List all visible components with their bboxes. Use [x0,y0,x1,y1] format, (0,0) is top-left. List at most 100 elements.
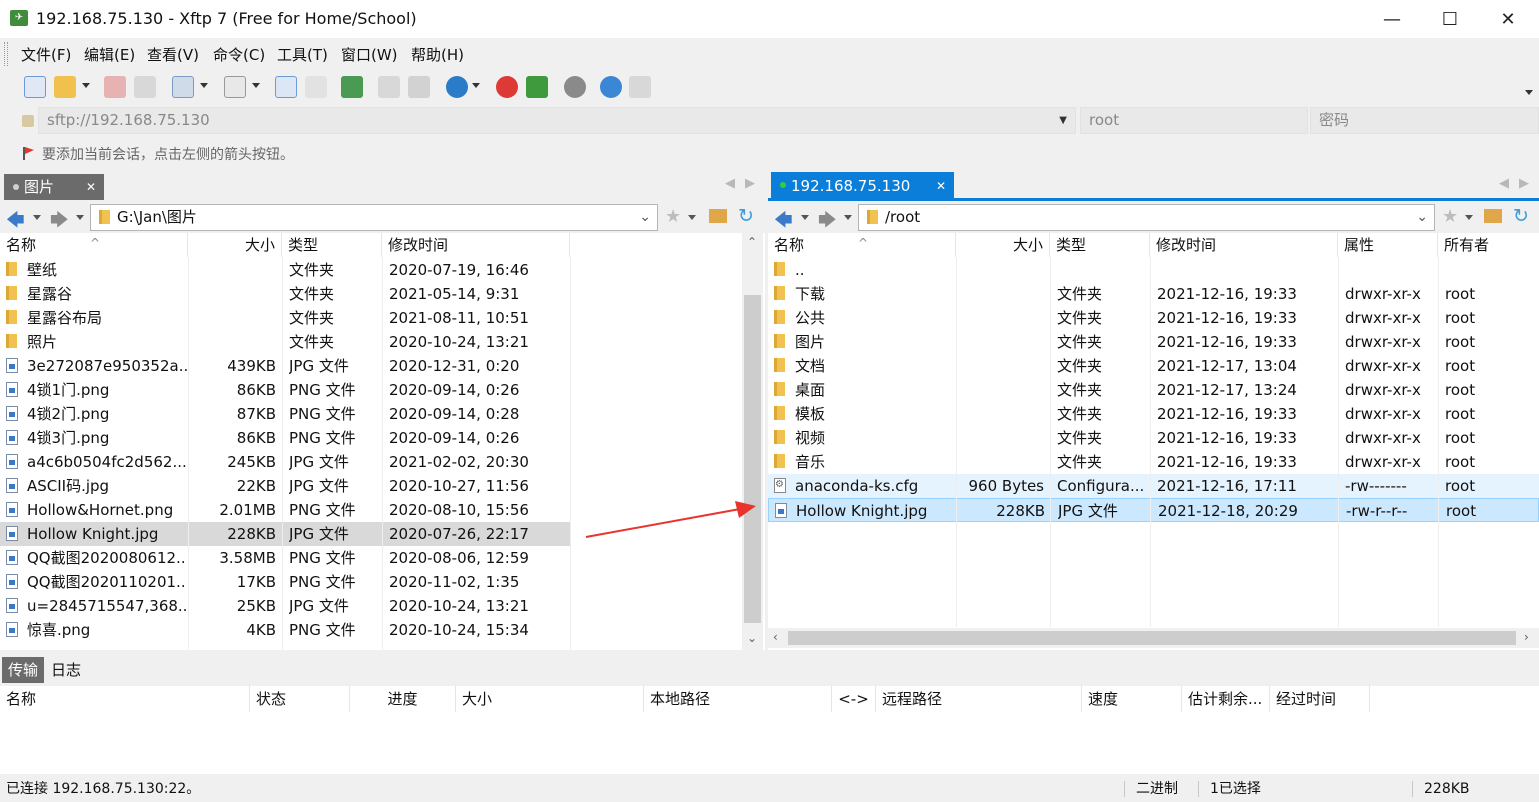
col-type[interactable]: 类型 [282,233,382,257]
col-local-path[interactable]: 本地路径 [644,686,832,712]
col-attributes[interactable]: 属性 [1338,233,1438,257]
local-vscrollbar[interactable]: ⌃ ⌄ [742,233,763,650]
col-owner[interactable]: 所有者 [1438,233,1539,257]
table-row[interactable]: 照片 文件夹 2020-10-24, 13:21 [0,330,570,354]
col-transfer-name[interactable]: 名称 [0,686,250,712]
table-row[interactable]: 音乐 文件夹 2021-12-16, 19:33 drwxr-xr-x root [768,450,1539,474]
table-row[interactable]: 4锁3门.png 86KB PNG 文件 2020-09-14, 0:26 [0,426,570,450]
col-transfer-status[interactable]: 状态 [250,686,350,712]
table-row[interactable]: QQ截图2020080612... 3.58MB PNG 文件 2020-08-06,… [0,546,570,570]
tab-local[interactable]: 图片 ✕ [4,174,104,200]
table-row[interactable]: 壁纸 文件夹 2020-07-19, 16:46 [0,258,570,282]
table-row[interactable]: 星露谷布局 文件夹 2021-08-11, 10:51 [0,306,570,330]
flag-icon[interactable] [22,146,35,161]
col-direction[interactable]: <-> [832,686,876,712]
menu-help[interactable]: 帮助(H) [411,44,464,65]
col-type[interactable]: 类型 [1050,233,1150,257]
col-remote-path[interactable]: 远程路径 [876,686,1082,712]
col-elapsed[interactable]: 经过时间 [1270,686,1370,712]
globe-dropdown-icon[interactable] [472,83,480,88]
download-icon[interactable] [305,76,327,98]
table-row[interactable]: 文档 文件夹 2021-12-17, 13:04 drwxr-xr-x root [768,354,1539,378]
tab-transfer[interactable]: 传输 [2,657,45,683]
disconnect-icon[interactable] [134,76,156,98]
open-dropdown-icon[interactable] [82,83,90,88]
gear-icon[interactable] [564,76,586,98]
refresh-icon[interactable]: ↻ [1513,205,1529,227]
back-dropdown-icon[interactable] [33,215,41,220]
local-vscroll-thumb[interactable] [744,295,761,623]
toolbar-overflow-icon[interactable] [1525,90,1533,95]
remote-path-input[interactable]: /root ⌄ [858,204,1435,231]
table-row[interactable]: 3e272087e950352a... 439KB JPG 文件 2020-12-31… [0,354,570,378]
terminal-icon[interactable] [224,76,246,98]
xshell-icon[interactable] [496,76,518,98]
close-icon[interactable]: ✕ [86,174,96,200]
col-name[interactable]: 名称 ^ [768,233,956,257]
host-dropdown-icon[interactable]: ▼ [1059,108,1067,133]
table-row[interactable]: Hollow Knight.jpg 228KB JPG 文件 2021-12-18, … [768,498,1539,522]
globe-icon[interactable] [446,76,468,98]
home-icon[interactable] [709,209,727,223]
col-eta[interactable]: 估计剩余... [1182,686,1270,712]
col-transfer-size[interactable]: 大小 [456,686,644,712]
table-row[interactable]: Hollow&Hornet.png 2.01MB PNG 文件 2020-08-10,… [0,498,570,522]
menu-edit[interactable]: 编辑(E) [84,44,135,65]
table-row[interactable]: ASCII码.jpg 22KB JPG 文件 2020-10-27, 11:56 [0,474,570,498]
table-row[interactable]: 图片 文件夹 2021-12-16, 19:33 drwxr-xr-x root [768,330,1539,354]
scroll-up-icon[interactable]: ⌃ [747,235,757,249]
favorites-dropdown-icon[interactable] [688,215,696,220]
table-row[interactable]: anaconda-ks.cfg 960 Bytes Configura... 2021… [768,474,1539,498]
close-icon[interactable]: ✕ [936,172,946,200]
open-folder-icon[interactable] [54,76,76,98]
remote-hscroll-thumb[interactable] [788,631,1516,645]
maximize-button[interactable]: ☐ [1421,0,1479,38]
table-row[interactable]: 公共 文件夹 2021-12-16, 19:33 drwxr-xr-x root [768,306,1539,330]
table-row[interactable]: a4c6b0504fc2d562... 245KB JPG 文件 2021-02-02… [0,450,570,474]
help-icon[interactable] [600,76,622,98]
local-path-input[interactable]: G:\Jan\图片 ⌄ [90,204,658,231]
scroll-right-icon[interactable]: › [1524,630,1529,644]
back-dropdown-icon[interactable] [801,215,809,220]
forward-dropdown-icon[interactable] [76,215,84,220]
tab-prev-icon[interactable]: ◀ [1499,176,1509,191]
forward-dropdown-icon[interactable] [844,215,852,220]
table-row[interactable]: 4锁1门.png 86KB PNG 文件 2020-09-14, 0:26 [0,378,570,402]
tab-log[interactable]: 日志 [45,657,87,683]
close-window-button[interactable]: ✕ [1479,0,1537,38]
col-speed[interactable]: 速度 [1082,686,1182,712]
scroll-down-icon[interactable]: ⌄ [747,631,757,645]
menu-file[interactable]: 文件(F) [21,44,71,65]
table-row[interactable]: Hollow Knight.jpg 228KB JPG 文件 2020-07-26, … [0,522,570,546]
col-size[interactable]: 大小 [188,233,282,257]
favorites-dropdown-icon[interactable] [1465,215,1473,220]
menu-tools[interactable]: 工具(T) [277,44,328,65]
sync-icon[interactable] [341,76,363,98]
table-row[interactable]: 视频 文件夹 2021-12-16, 19:33 drwxr-xr-x root [768,426,1539,450]
minimize-button[interactable]: — [1363,0,1421,38]
properties-icon[interactable] [172,76,194,98]
star-icon[interactable]: ★ [1442,206,1458,227]
password-input[interactable]: 密码 [1310,107,1539,134]
properties-dropdown-icon[interactable] [200,83,208,88]
host-input[interactable]: sftp://192.168.75.130 ▼ [38,107,1076,134]
tab-prev-icon[interactable]: ◀ [725,176,735,191]
menu-command[interactable]: 命令(C) [213,44,265,65]
refresh-icon[interactable]: ↻ [738,205,754,227]
col-modified[interactable]: 修改时间 [1150,233,1338,257]
table-row[interactable]: 星露谷 文件夹 2021-05-14, 9:31 [0,282,570,306]
table-row[interactable]: .. [768,258,1539,282]
new-session-icon[interactable] [24,76,46,98]
paste-icon[interactable] [408,76,430,98]
col-name[interactable]: 名称 ^ [0,233,188,257]
col-size[interactable]: 大小 [956,233,1050,257]
tab-next-icon[interactable]: ▶ [745,176,755,191]
table-row[interactable]: 桌面 文件夹 2021-12-17, 13:24 drwxr-xr-x root [768,378,1539,402]
col-transfer-progress[interactable]: 进度 [350,686,456,712]
upload-icon[interactable] [275,76,297,98]
chevron-down-icon[interactable]: ⌄ [1416,205,1428,230]
copy-icon[interactable] [378,76,400,98]
table-row[interactable]: QQ截图2020110201... 17KB PNG 文件 2020-11-02, 1… [0,570,570,594]
table-row[interactable]: u=2845715547,368... 25KB JPG 文件 2020-10-24,… [0,594,570,618]
table-row[interactable]: 下载 文件夹 2021-12-16, 19:33 drwxr-xr-x root [768,282,1539,306]
